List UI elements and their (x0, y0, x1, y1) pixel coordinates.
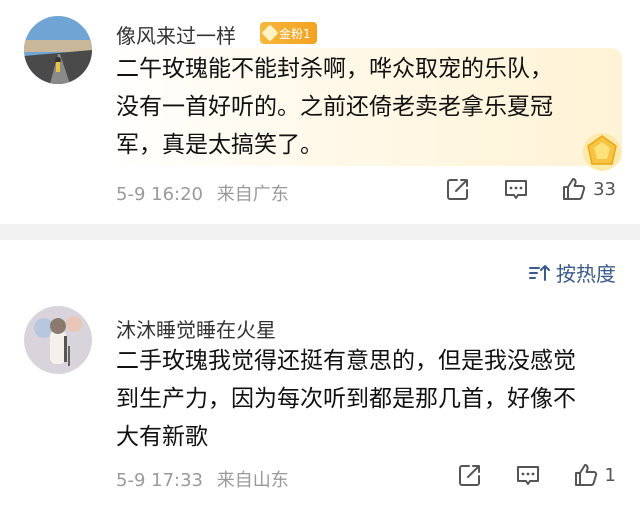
comment-text-line: 大有新歌 (116, 424, 208, 450)
avatar[interactable] (24, 306, 92, 374)
share-button[interactable] (441, 460, 499, 490)
comment-text-line: 没有一首好听的。之前还倚老卖老拿乐夏冠 (116, 94, 553, 120)
location: 来自山东 (216, 470, 289, 491)
comment-actions: 33 (429, 174, 616, 204)
like-button[interactable]: 1 (573, 462, 616, 488)
comment-icon (516, 466, 539, 485)
comment-text[interactable]: 二午玫瑰能不能封杀啊，哗众取宠的乐队， 没有一首好听的。之前还倚老卖老拿乐夏冠 … (116, 50, 616, 164)
comment-meta: 5-9 17:33 来自山东 (116, 466, 289, 492)
timestamp: 5-9 17:33 (116, 470, 203, 491)
gold-medal-icon (583, 133, 621, 171)
comment-text[interactable]: 二手玫瑰我觉得还挺有意思的，但是我没感觉 到生产力，因为每次听到都是那几首，好像… (116, 342, 616, 456)
comment-actions: 1 (441, 460, 616, 490)
location: 来自广东 (216, 184, 289, 205)
thumbs-up-icon (563, 178, 586, 200)
like-button[interactable]: 33 (561, 176, 616, 202)
sort-label: 按热度 (556, 262, 616, 286)
comment-item: 沐沐睡觉睡在火星 二手玫瑰我觉得还挺有意思的，但是我没感觉 到生产力，因为每次听… (0, 296, 640, 505)
share-button[interactable] (429, 174, 487, 204)
timestamp: 5-9 16:20 (116, 184, 203, 205)
sort-icon (529, 264, 550, 281)
comment-icon (505, 180, 528, 199)
like-count: 33 (593, 178, 616, 200)
share-icon (447, 179, 469, 200)
username[interactable]: 像风来过一样 (116, 20, 236, 49)
section-divider (0, 224, 640, 240)
avatar[interactable] (24, 16, 92, 84)
comment-text-line: 二手玫瑰我觉得还挺有意思的，但是我没感觉 (116, 348, 576, 374)
reply-button[interactable] (487, 174, 545, 204)
badge-label: 金粉1 (279, 26, 311, 41)
comment-item: 像风来过一样 金粉1 二午玫瑰能不能封杀啊，哗众取宠的乐队， 没有一首好听的。之… (0, 0, 640, 224)
sort-by-hot-button[interactable]: 按热度 (528, 258, 616, 287)
share-icon (458, 465, 480, 486)
comment-text-line: 军，真是太搞笑了。 (116, 132, 323, 158)
comment-text-line: 二午玫瑰能不能封杀啊，哗众取宠的乐队， (116, 56, 553, 82)
sort-bar: 按热度 (0, 240, 640, 296)
username[interactable]: 沐沐睡觉睡在火星 (116, 314, 276, 343)
comment-meta: 5-9 16:20 来自广东 (116, 180, 289, 206)
thumbs-up-icon (574, 464, 597, 486)
like-count: 1 (604, 464, 616, 486)
comment-text-line: 到生产力，因为每次听到都是那几首，好像不 (116, 386, 576, 412)
reply-button[interactable] (499, 460, 557, 490)
diamond-icon (261, 24, 279, 42)
fan-badge[interactable]: 金粉1 (260, 22, 317, 44)
